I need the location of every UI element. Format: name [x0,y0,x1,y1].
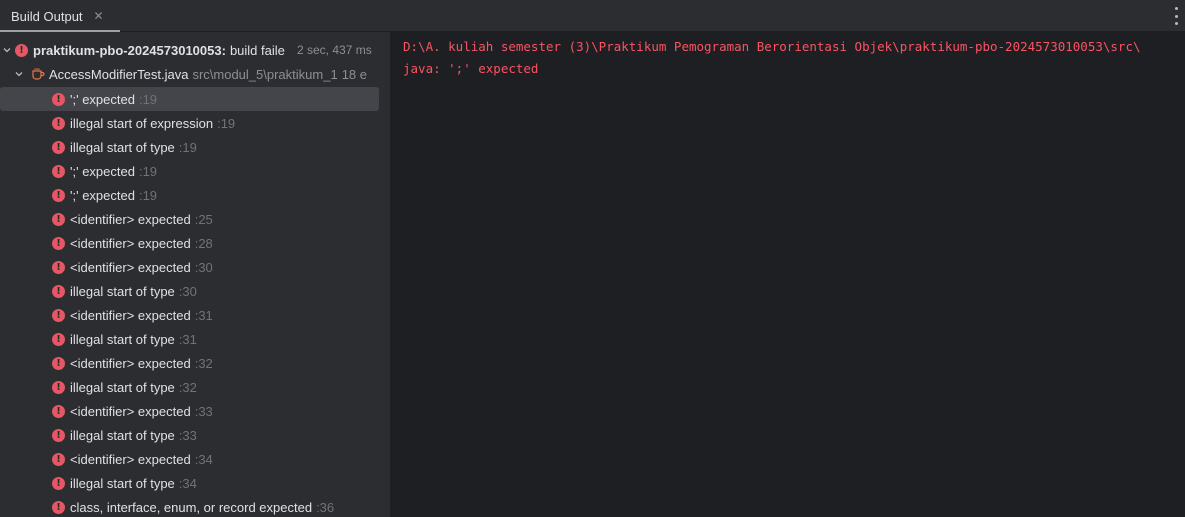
error-message: illegal start of type [70,139,175,155]
error-item[interactable]: ! illegal start of expression:19 [0,111,390,135]
error-line-number: :34 [178,475,197,491]
error-line-number: :25 [194,211,213,227]
error-item[interactable]: ! ';' expected:19 [0,159,390,183]
error-item[interactable]: ! class, interface, enum, or record expec… [0,495,390,517]
more-vertical-icon[interactable] [1173,7,1179,25]
error-icon: ! [52,404,65,418]
error-message: <identifier> expected [70,355,191,371]
error-line-number: :28 [194,235,213,251]
error-line-number: :19 [138,163,158,179]
error-icon: ! [52,260,65,274]
console-line: java: ';' expected [403,61,539,76]
error-icon: ! [52,476,65,490]
error-message: ';' expected [70,91,135,107]
build-status: build faile [229,42,285,58]
error-line-number: :33 [194,403,213,419]
error-icon: ! [52,164,65,178]
chevron-down-icon[interactable] [14,69,24,79]
chevron-down-icon[interactable] [2,45,12,55]
error-line-number: :34 [194,451,213,467]
error-message: illegal start of type [70,331,175,347]
error-icon: ! [52,452,65,466]
console-output[interactable]: D:\A. kuliah semester (3)\Praktikum Pemo… [391,32,1185,517]
error-item[interactable]: ! illegal start of type:30 [0,279,390,303]
error-icon: ! [15,43,28,57]
error-icon: ! [52,284,65,298]
tab-build-output[interactable]: Build Output ✕ [0,0,120,32]
error-line-number: :36 [316,499,335,515]
error-message: <identifier> expected [70,235,191,251]
error-line-number: :19 [217,115,236,131]
error-item[interactable]: ! illegal start of type:31 [0,327,390,351]
error-icon: ! [52,140,65,154]
error-item[interactable]: ! <identifier> expected:30 [0,255,390,279]
error-count: 18 e [341,66,367,82]
error-icon: ! [52,332,65,346]
error-message: illegal start of type [70,475,175,491]
build-tree[interactable]: ! praktikum-pbo-2024573010053: build fai… [0,32,390,517]
error-icon: ! [52,212,65,226]
error-icon: ! [52,92,65,106]
project-name: praktikum-pbo-2024573010053: [33,42,226,58]
error-message: <identifier> expected [70,259,191,275]
error-message: ';' expected [70,163,135,179]
error-item[interactable]: ! ';' expected:19 [0,87,390,111]
error-item[interactable]: ! illegal start of type:32 [0,375,390,399]
build-time: 2 sec, 437 ms [293,38,390,62]
error-icon: ! [52,380,65,394]
error-icon: ! [52,428,65,442]
error-message: <identifier> expected [70,211,191,227]
error-message: illegal start of expression [70,115,214,131]
error-line-number: :19 [178,139,197,155]
error-line-number: :32 [194,355,213,371]
error-message: illegal start of type [70,283,175,299]
error-message: illegal start of type [70,379,175,395]
error-icon: ! [52,188,65,202]
error-icon: ! [52,308,65,322]
tool-window-header: Build Output ✕ [0,0,1185,32]
error-item[interactable]: ! <identifier> expected:32 [0,351,390,375]
error-message: illegal start of type [70,427,175,443]
file-name: AccessModifierTest.java [49,66,189,82]
error-line-number: :31 [178,331,197,347]
error-item[interactable]: ! <identifier> expected:33 [0,399,390,423]
error-line-number: :31 [194,307,213,323]
close-icon[interactable]: ✕ [94,9,104,23]
error-line-number: :32 [178,379,197,395]
console-line: D:\A. kuliah semester (3)\Praktikum Pemo… [403,39,1141,54]
error-icon: ! [52,356,65,370]
error-item[interactable]: ! <identifier> expected:28 [0,231,390,255]
error-item[interactable]: ! illegal start of type:19 [0,135,390,159]
error-item[interactable]: ! <identifier> expected:25 [0,207,390,231]
error-icon: ! [52,500,65,514]
error-item[interactable]: ! ';' expected:19 [0,183,390,207]
error-message: <identifier> expected [70,403,191,419]
error-message: class, interface, enum, or record expect… [70,499,313,515]
error-icon: ! [52,236,65,250]
error-line-number: :30 [194,259,213,275]
error-item[interactable]: ! <identifier> expected:31 [0,303,390,327]
error-line-number: :19 [138,187,158,203]
error-line-number: :30 [178,283,197,299]
build-root-node[interactable]: ! praktikum-pbo-2024573010053: build fai… [0,38,390,62]
error-icon: ! [52,116,65,130]
file-path: src\modul_5\praktikum_1 [192,66,338,82]
file-node[interactable]: AccessModifierTest.java src\modul_5\prak… [0,62,390,86]
error-message: <identifier> expected [70,451,191,467]
java-file-icon [32,68,45,80]
error-message: ';' expected [70,187,135,203]
error-message: <identifier> expected [70,307,191,323]
error-item[interactable]: ! illegal start of type:34 [0,471,390,495]
error-item[interactable]: ! illegal start of type:33 [0,423,390,447]
error-item[interactable]: ! <identifier> expected:34 [0,447,390,471]
tab-label: Build Output [11,8,83,24]
error-line-number: :19 [138,91,158,107]
error-line-number: :33 [178,427,197,443]
